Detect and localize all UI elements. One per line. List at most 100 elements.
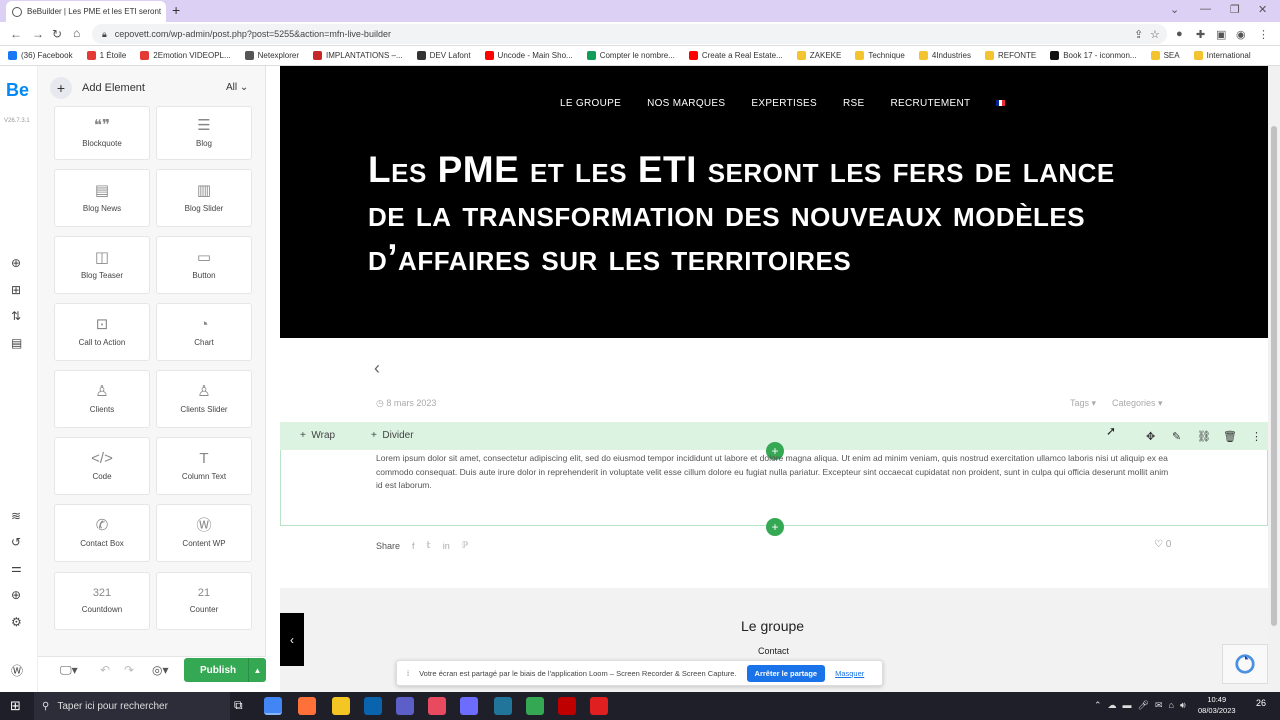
element-button[interactable]: ▭ Button: [156, 236, 252, 294]
outlook-icon[interactable]: [364, 697, 382, 715]
extension-icon[interactable]: ●: [1176, 28, 1183, 40]
link-icon[interactable]: ⛓: [1197, 430, 1211, 443]
edit-pencil-icon[interactable]: ✎: [1172, 430, 1181, 443]
add-element-icon[interactable]: ⊕: [11, 256, 21, 270]
prev-post-button[interactable]: ‹: [280, 613, 304, 666]
add-wrap-button[interactable]: + Wrap: [300, 430, 335, 441]
publish-dropdown-icon[interactable]: ▲: [248, 658, 266, 682]
tab-search-icon[interactable]: ⌄: [1170, 3, 1179, 16]
menu-item-marques[interactable]: NOS MARQUES: [647, 98, 725, 109]
element-clients-slider[interactable]: ♙ Clients Slider: [156, 370, 252, 428]
undo-icon[interactable]: ↶: [100, 663, 110, 677]
minimize-button[interactable]: —: [1200, 3, 1211, 15]
restore-button[interactable]: ❐: [1230, 3, 1240, 16]
preview-icon[interactable]: ◎▾: [152, 663, 169, 677]
element-blog-slider[interactable]: ▥ Blog Slider: [156, 169, 252, 227]
bookmark-item[interactable]: SEA: [1150, 51, 1180, 60]
twitter-icon[interactable]: 𝕥: [427, 540, 431, 551]
element-call-to-action[interactable]: ⊡ Call to Action: [54, 303, 150, 361]
element-clients[interactable]: ♙ Clients: [54, 370, 150, 428]
bookmark-star-icon[interactable]: ☆: [1150, 28, 1160, 41]
close-window-button[interactable]: ✕: [1258, 3, 1267, 16]
tags-dropdown[interactable]: Tags ▾: [1070, 398, 1096, 409]
app-icon[interactable]: [460, 697, 478, 715]
firefox-icon[interactable]: [298, 697, 316, 715]
share-page-icon[interactable]: ⇪: [1134, 28, 1143, 41]
reload-icon[interactable]: ↻: [52, 27, 62, 41]
like-button[interactable]: ♡ 0: [1154, 539, 1171, 550]
system-tray[interactable]: ⌃☁▬🎤︎✉⌂🔊︎: [1094, 700, 1192, 711]
snipping-tool-icon[interactable]: [428, 697, 446, 715]
element-counter[interactable]: 21 Counter: [156, 572, 252, 630]
menu-item-recrutement[interactable]: RECRUTEMENT: [890, 98, 970, 109]
pinterest-icon[interactable]: ℙ: [462, 540, 468, 551]
bookmark-item[interactable]: 1 Étoile: [86, 51, 126, 60]
hide-link[interactable]: Masquer: [835, 669, 864, 678]
sort-icon[interactable]: ⇅: [11, 309, 21, 323]
bookmark-item[interactable]: IMPLANTATIONS –...: [313, 51, 403, 60]
bookmark-item[interactable]: REFONTE: [984, 51, 1036, 60]
home-icon[interactable]: ⌂: [73, 26, 80, 40]
sidebar-icon[interactable]: ▣: [1216, 28, 1226, 41]
new-tab-button[interactable]: +: [172, 2, 180, 18]
settings-gear-icon[interactable]: ⚙: [11, 615, 22, 629]
bookmark-item[interactable]: (36) Facebook: [8, 51, 73, 60]
element-code[interactable]: </> Code: [54, 437, 150, 495]
teams-icon[interactable]: [396, 697, 414, 715]
history-icon[interactable]: ↺: [11, 535, 21, 549]
prebuilt-sections-icon[interactable]: ⊞: [11, 283, 21, 297]
linkedin-icon[interactable]: in: [443, 541, 450, 551]
delete-icon[interactable]: 🗑︎: [1223, 430, 1237, 443]
element-contact-box[interactable]: ✆ Contact Box: [54, 504, 150, 562]
globe-icon[interactable]: ⊕: [11, 588, 21, 602]
forward-icon[interactable]: →: [32, 27, 44, 41]
add-icon[interactable]: +: [50, 77, 72, 99]
menu-item-rse[interactable]: RSE: [843, 98, 864, 109]
more-options-icon[interactable]: ⋮: [1251, 430, 1262, 443]
taskbar-clock[interactable]: 10:49 08/03/2023: [1198, 694, 1236, 716]
browser-menu-icon[interactable]: ⋮: [1258, 28, 1269, 41]
file-explorer-icon[interactable]: [332, 697, 350, 715]
element-countdown[interactable]: 321 Countdown: [54, 572, 150, 630]
acrobat-icon[interactable]: [590, 697, 608, 715]
element-chart[interactable]: ◔ Chart: [156, 303, 252, 361]
bookmark-item[interactable]: 2Emotion VIDEOPL...: [140, 51, 231, 60]
stop-sharing-button[interactable]: Arrêter le partage: [746, 664, 826, 682]
menu-item-groupe[interactable]: LE GROUPE: [560, 98, 621, 109]
bookmark-item[interactable]: Book 17 - iconmon...: [1050, 51, 1137, 60]
menu-item-expertises[interactable]: EXPERTISES: [751, 98, 817, 109]
scroll-thumb[interactable]: [1271, 126, 1277, 626]
add-section-below-icon[interactable]: +: [766, 518, 784, 536]
bebuilder-logo[interactable]: Be: [6, 80, 29, 101]
url-input[interactable]: 🔒︎ cepovett.com/wp-admin/post.php?post=5…: [92, 24, 1167, 44]
browser-tab[interactable]: BeBuilder | Les PME et les ETI seront ✕: [6, 1, 166, 22]
redo-icon[interactable]: ↷: [124, 663, 134, 677]
task-view-icon[interactable]: ⧉: [234, 698, 243, 713]
recaptcha-badge[interactable]: [1222, 644, 1268, 684]
element-column-text[interactable]: T Column Text: [156, 437, 252, 495]
publish-button[interactable]: Publish ▲: [184, 658, 266, 682]
bookmark-item[interactable]: International: [1193, 51, 1251, 60]
element-blog-teaser[interactable]: ◫ Blog Teaser: [54, 236, 150, 294]
windows-start-icon[interactable]: ⊞: [10, 698, 21, 714]
categories-dropdown[interactable]: Categories ▾: [1112, 398, 1163, 409]
bookmark-item[interactable]: 4Industries: [918, 51, 971, 60]
back-icon[interactable]: ←: [10, 27, 22, 41]
options-sliders-icon[interactable]: ⚌: [11, 561, 22, 575]
notification-badge[interactable]: 26: [1256, 698, 1266, 708]
bookmark-item[interactable]: Uncode - Main Sho...: [484, 51, 573, 60]
page-scrollbar[interactable]: [1268, 66, 1280, 692]
lorem-text[interactable]: Lorem ipsum dolor sit amet, consectetur …: [376, 452, 1171, 493]
element-filter-select[interactable]: All ⌄: [226, 82, 248, 93]
taskbar-search-input[interactable]: ⚲ Taper ici pour rechercher: [34, 692, 230, 720]
element-content-wp[interactable]: Ⓦ Content WP: [156, 504, 252, 562]
back-chevron-icon[interactable]: ‹: [374, 358, 380, 379]
filezilla-icon[interactable]: [558, 697, 576, 715]
footer-contact-link[interactable]: Contact: [758, 646, 789, 656]
bookmark-item[interactable]: Netexplorer: [244, 51, 299, 60]
element-blockquote[interactable]: ❝❞ Blockquote: [54, 106, 150, 160]
bookmark-item[interactable]: ZAKEKE: [796, 51, 841, 60]
bookmark-item[interactable]: DEV Lafont: [416, 51, 471, 60]
wordpress-app-icon[interactable]: [494, 697, 512, 715]
profile-avatar-icon[interactable]: ◉: [1236, 28, 1246, 41]
